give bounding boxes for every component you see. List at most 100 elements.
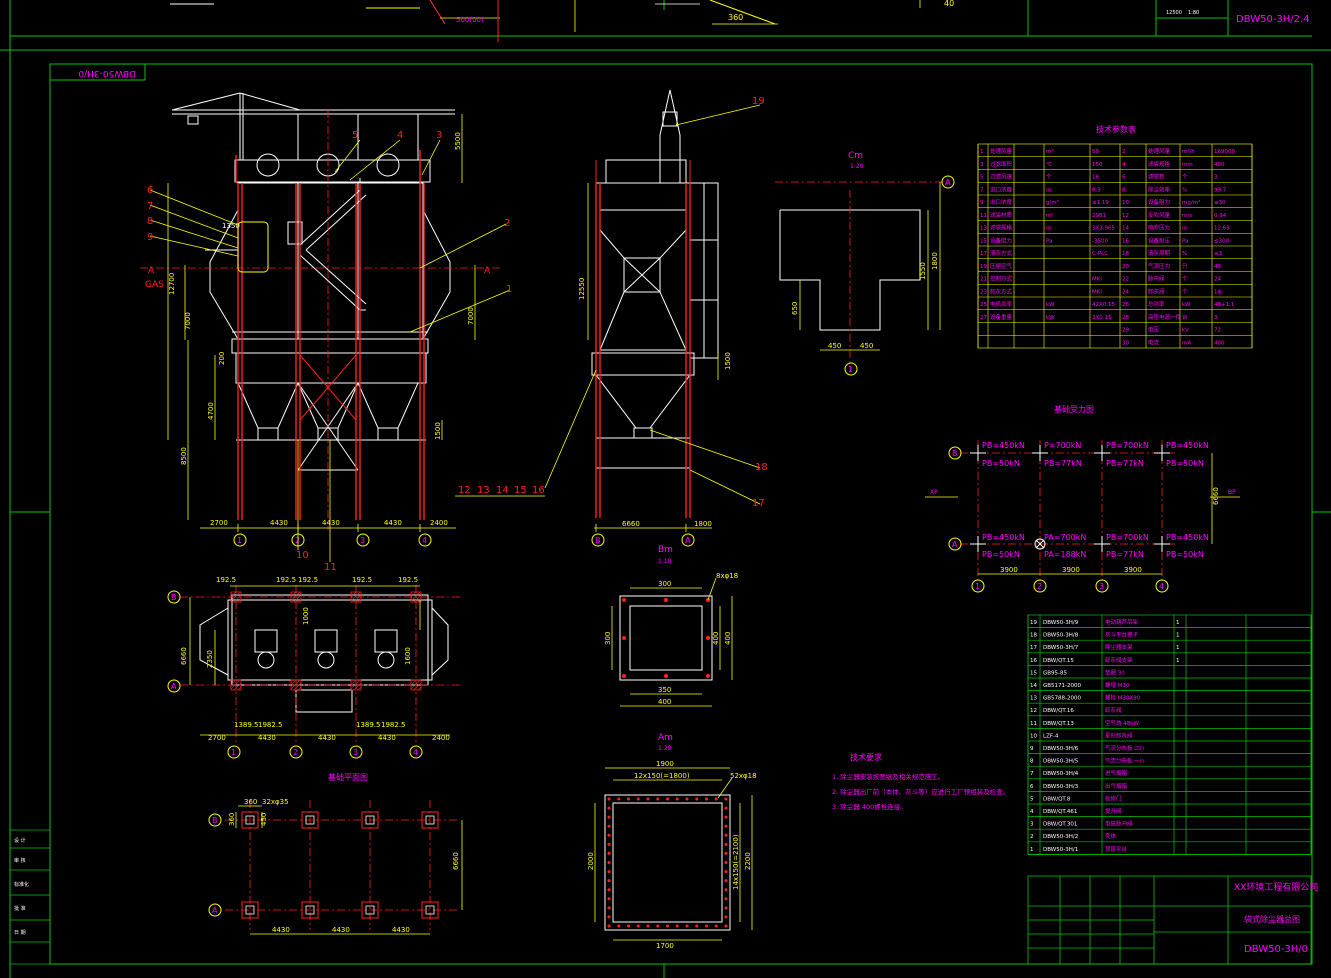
front-dim-8500: 8500 <box>180 447 188 465</box>
param-cell: 滤袋规格 <box>1148 160 1171 168</box>
param-cell: kV <box>1182 328 1189 334</box>
balloon-16: 16 <box>532 485 545 496</box>
param-cell: 4 <box>1122 162 1126 168</box>
foundation-plan: 基础平面图 360 32xφ35 450 360 6660 4430 4430 … <box>208 772 463 935</box>
bom-cell: 气流分布板 一() <box>1105 757 1144 765</box>
param-cell: ≤3 <box>1214 251 1223 257</box>
bom-cell: 螺栓 M30X90 <box>1105 694 1141 702</box>
bom-cell: 出气烟箱 <box>1105 782 1128 790</box>
bom-cell: DBW50-3H/4 <box>1043 771 1079 777</box>
bolt-hole <box>607 879 611 883</box>
bom-cell: DBW50-3H/9 <box>1043 620 1079 626</box>
loads-title: 基础受力图 <box>1054 404 1094 414</box>
param-cell: 个 <box>1182 288 1188 295</box>
plan-left-2350: 2350 <box>206 650 214 668</box>
bom-cell: 13 <box>1030 696 1037 702</box>
found-dim-2: 4430 <box>332 926 350 934</box>
param-cell: 6 <box>1122 175 1126 181</box>
loads-axis-4: 4 <box>1159 582 1164 591</box>
plan-inner-4: 1982.5 <box>381 721 406 729</box>
load-b3-p: PB=700kN <box>1106 441 1149 450</box>
front-dim-4700: 4700 <box>207 402 215 420</box>
view-b-title: Bm <box>658 545 673 555</box>
found-dim-360b: 360 <box>228 813 236 826</box>
load-a3-p: PB=700kN <box>1106 533 1149 542</box>
param-cell: mm <box>1182 162 1193 168</box>
view-a-title: Am <box>658 733 673 743</box>
param-cell: 0.94 <box>1214 213 1227 219</box>
view-c-axis-a: A <box>945 178 951 187</box>
balloon-18: 18 <box>755 462 768 473</box>
bom-cell: 6 <box>1030 784 1034 790</box>
bolt-hole <box>705 924 708 928</box>
param-cell: 10 <box>1122 200 1129 206</box>
plan-view: 192.5 192.5 192.5 192.5 192.5 1389.5 198… <box>167 576 460 759</box>
front-dim-7000-l: 7000 <box>184 312 192 330</box>
bom-cell: 电动葫芦吊架 <box>1105 618 1139 626</box>
param-cell: m² <box>1046 212 1054 219</box>
top-block-2: 1:80 <box>1188 10 1199 16</box>
bolt-hole <box>607 906 611 910</box>
view-c-title: Cm <box>848 151 863 161</box>
top-strip: 500(00) 360 40 12500 1:80 DBW50-3H/2.4 D… <box>78 0 1310 78</box>
bom-cell: 4 <box>1030 809 1034 815</box>
side-dim-6660: 6660 <box>622 520 640 528</box>
params-title: 技术参数表 <box>1096 124 1136 134</box>
view-c-dim-1800: 1800 <box>931 252 939 270</box>
bolt-hole <box>695 797 699 801</box>
view-a-hole: 52xφ18 <box>730 772 757 780</box>
bolt-hole <box>675 797 679 801</box>
found-dim-450: 450 <box>260 813 268 826</box>
param-cell: 高压电源一件 <box>1148 313 1182 321</box>
param-cell: 个 <box>1182 174 1188 181</box>
front-dim-top-1350: 1350 <box>222 222 240 230</box>
front-bottom-dim-1: 2700 <box>210 519 228 527</box>
bolt-hole <box>607 897 611 901</box>
loads-dim-3: 3900 <box>1124 566 1142 574</box>
bolt-hole <box>617 797 621 801</box>
note-2: 2. 除尘器出厂前（本体、灰斗等）应进行工厂预组装及检查。 <box>832 787 1009 796</box>
loads-axis-3: 3 <box>1099 582 1104 591</box>
view-c-scale: 1:20 <box>850 163 864 170</box>
bolt-hole <box>724 833 728 837</box>
plan-axis-2: 2 <box>293 748 298 757</box>
left-approval-strip <box>9 829 51 965</box>
param-cell: 16 <box>1122 238 1129 244</box>
bom-cell: 壳体 <box>1105 832 1117 840</box>
bom-cell: 螺母 M30 <box>1105 681 1130 689</box>
balloon-12: 12 <box>458 485 471 496</box>
balloon-6: 6 <box>147 185 153 196</box>
plan-top-dim-2: 192.5 <box>276 576 296 584</box>
param-cell: 27 <box>980 315 987 321</box>
loads-dim-2: 3900 <box>1062 566 1080 574</box>
param-cell: 设备阻力 <box>1148 198 1170 206</box>
bom-cell: 顶部平台 <box>1105 845 1128 853</box>
front-axis-2: 2 <box>295 536 300 545</box>
param-cell: 设备耐压 <box>1148 236 1171 244</box>
load-a3-s: PB=77kN <box>1106 550 1144 559</box>
view-a: Am 1:20 1900 12x150(=1800) 52xφ18 2000 1… <box>587 733 757 950</box>
left-strip-4: 批 准 <box>14 905 26 912</box>
found-dim-1: 4430 <box>272 926 290 934</box>
param-cell: m/s <box>1182 213 1192 219</box>
view-a-side-14x150: 14x150(=2100) <box>732 834 740 890</box>
param-cell: m³/h <box>1182 148 1195 155</box>
section-a-right: A <box>484 266 491 276</box>
param-cell: 卸灰阀 <box>1148 287 1165 295</box>
balloon-7: 7 <box>147 201 153 212</box>
drawing-code: DBW50-3H/0 <box>1244 944 1308 955</box>
front-dim-1500: 1500 <box>434 422 442 440</box>
bom-cell: 1 <box>1176 620 1180 626</box>
view-c: Cm 1:20 1550 1800 650 450 450 A 1 <box>775 151 955 376</box>
bom-cell: DBW/QT.301 <box>1043 822 1077 828</box>
bolt-hole <box>724 815 728 819</box>
param-cell: 进口浓度 <box>990 185 1013 193</box>
bolt-hole <box>607 861 611 864</box>
param-cell: 3X0.15 <box>1092 315 1112 321</box>
top-strip-dim-360: 360 <box>728 13 743 22</box>
param-cell: MKI <box>1092 289 1102 295</box>
param-cell: 24 <box>1122 289 1129 295</box>
balloon-19: 19 <box>752 96 765 107</box>
param-cell: m <box>1182 226 1187 232</box>
bom-cell: DBW50-3H/2 <box>1043 834 1078 840</box>
